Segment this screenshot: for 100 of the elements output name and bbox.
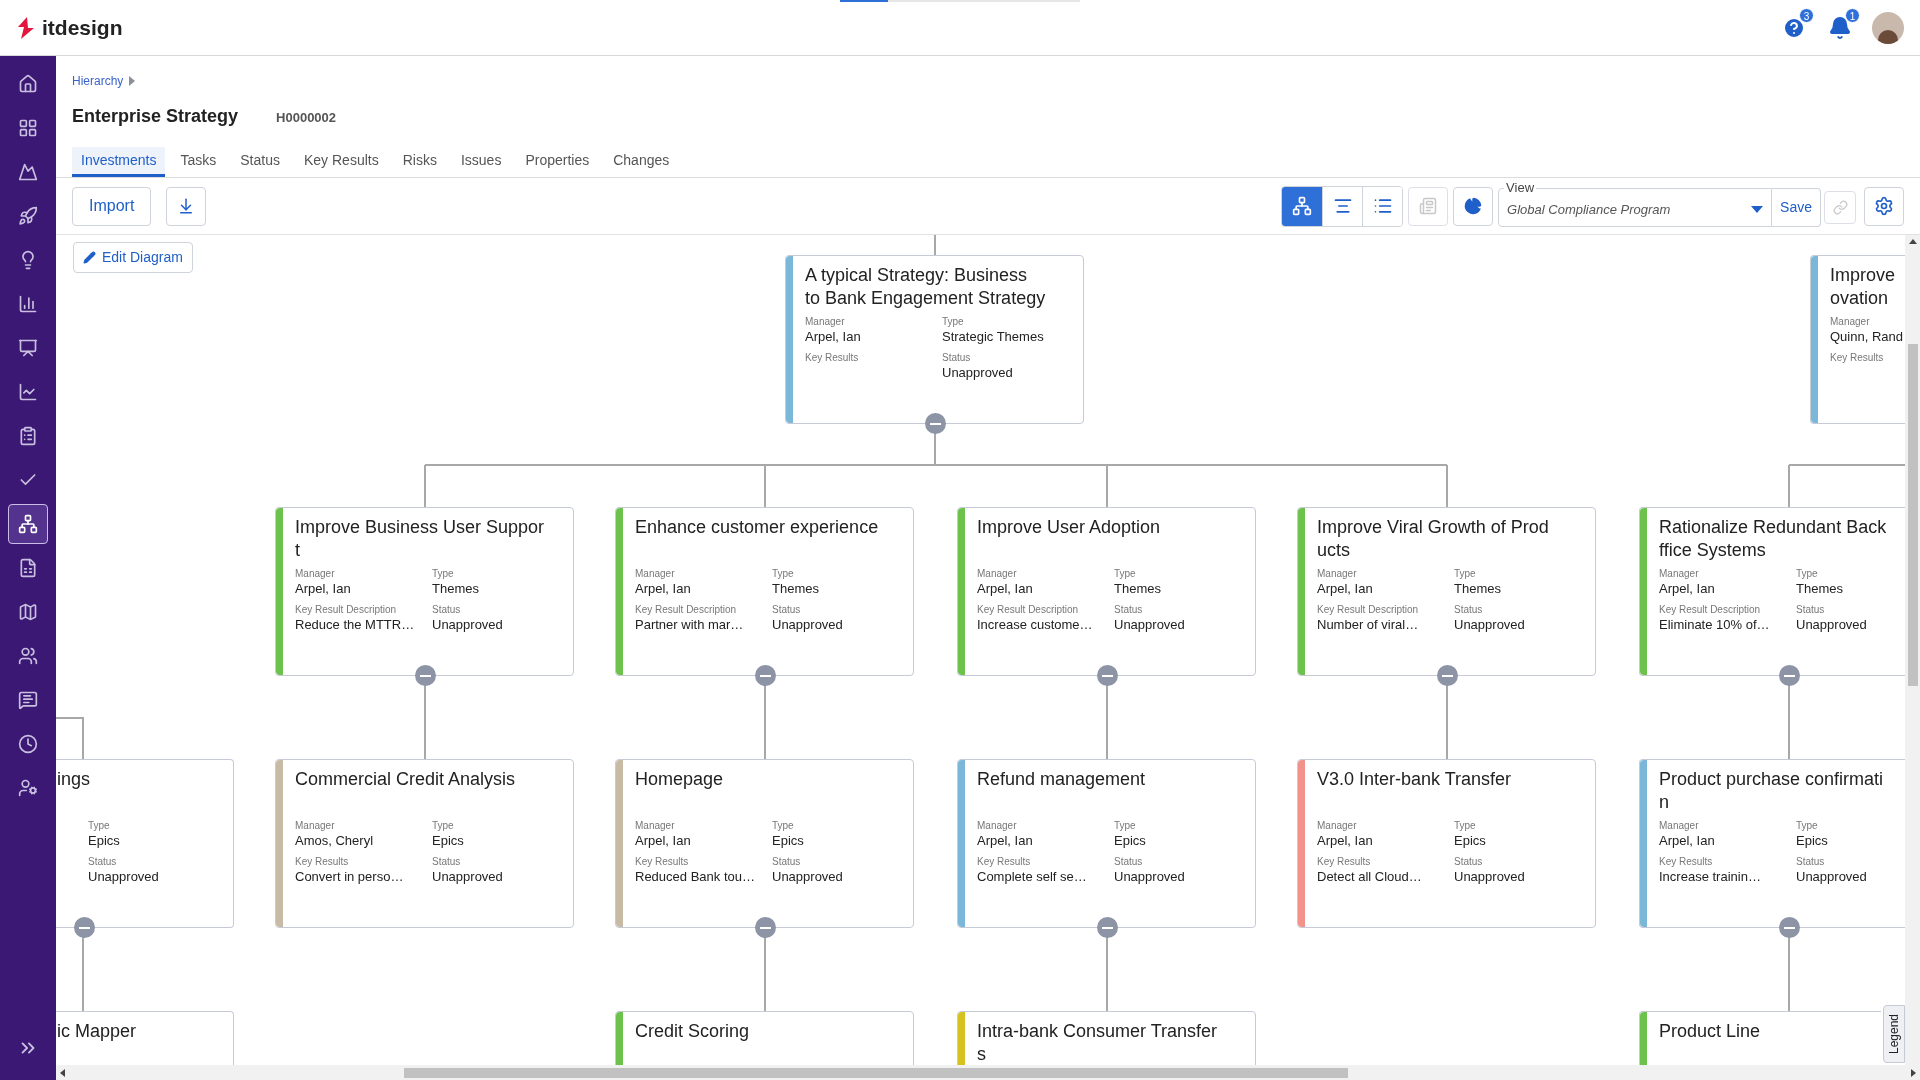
node-card[interactable]: Credit Scoring <box>615 1011 914 1065</box>
field-value: Unapproved <box>432 616 504 633</box>
tab[interactable]: Risks <box>393 147 446 177</box>
field-value: Epics <box>772 832 805 849</box>
bell-icon[interactable] <box>1828 15 1852 40</box>
field-value: Reduce the MTTR… <box>295 616 416 633</box>
settings-button[interactable] <box>1864 186 1904 226</box>
node-card[interactable]: V3.0 Inter-bank Transfer Manager Arpel, Ian Type Epics Key Results Detect all Cloud… Status Unapproved <box>1297 759 1596 928</box>
document-icon <box>1419 197 1438 215</box>
field-label: Key Results <box>1830 351 1885 364</box>
node-title: Commercial Credit Analysis <box>295 768 517 791</box>
field-value: Arpel, Ian <box>635 832 692 849</box>
field-label: Type <box>1454 819 1477 832</box>
field-label: Manager <box>295 819 336 832</box>
field-value: Partner with mar… <box>635 616 745 633</box>
field-value: Unapproved <box>432 868 504 885</box>
field-label: Manager <box>635 567 676 580</box>
node-card[interactable]: Product Line <box>1639 1011 1881 1065</box>
field-label: Key Results <box>295 855 350 868</box>
node-card[interactable]: Commercial Credit Analysis Manager Amos, Cheryl Type Epics Key Results Convert in perso… Status Unapproved <box>275 759 574 928</box>
vertical-scrollbar[interactable] <box>1905 235 1920 1065</box>
node-card[interactable]: ings Type Epics Status Unapproved <box>56 759 234 928</box>
tab[interactable]: Changes <box>604 147 679 177</box>
node-card[interactable]: Improve Business User Suppor t Manager Arpel, Ian Type Themes Key Result Description Reduce the MTTR… Status Unapproved <box>275 507 574 676</box>
node-card[interactable]: Improve ovation Manager Quinn, Rand Key Results <box>1810 255 1905 424</box>
chart-button[interactable] <box>1453 186 1494 226</box>
field-value: Number of viral… <box>1317 616 1420 633</box>
field-label: Status <box>1114 603 1144 616</box>
area-chart-icon <box>18 162 38 182</box>
tab[interactable]: Key Results <box>295 147 388 177</box>
edit-diagram-button[interactable]: Edit Diagram <box>73 242 193 273</box>
notification-badge: 1 <box>1845 7 1860 23</box>
field-label: Key Results <box>977 855 1032 868</box>
pie-chart-icon <box>1464 197 1483 215</box>
field-label: Manager <box>805 315 846 328</box>
field-label: Key Results <box>805 351 860 364</box>
field-label: Key Results <box>1659 855 1714 868</box>
node-title: Improve Viral Growth of Prod ucts <box>1317 516 1550 562</box>
tab[interactable]: Issues <box>451 147 511 177</box>
field-label: Type <box>1114 567 1137 580</box>
node-card[interactable]: Refund management Manager Arpel, Ian Type Epics Key Results Complete self se… Status Unapproved <box>957 759 1256 928</box>
download-button[interactable] <box>166 186 207 226</box>
grid-icon <box>18 118 38 138</box>
save-button[interactable]: Save <box>1772 187 1821 227</box>
field-value: Arpel, Ian <box>805 328 862 345</box>
node-title: Product purchase confirmati n <box>1659 768 1885 814</box>
field-label: Key Results <box>635 855 690 868</box>
field-value: Eliminate 10% of… <box>1659 616 1771 633</box>
field-label: Type <box>432 567 455 580</box>
view-mode-button[interactable] <box>1362 186 1403 226</box>
field-value: Unapproved <box>1454 616 1526 633</box>
view-mode-button[interactable] <box>1282 186 1323 226</box>
field-label: Status <box>1796 855 1826 868</box>
node-title: Improve ovation <box>1830 264 1897 310</box>
field-label: Manager <box>1830 315 1871 328</box>
tab[interactable]: Tasks <box>171 147 226 177</box>
node-card[interactable]: Improve Viral Growth of Prod ucts Manager Arpel, Ian Type Themes Key Result Description Number of viral… Status Unapproved <box>1297 507 1596 676</box>
node-card[interactable]: Improve User Adoption Manager Arpel, Ian Type Themes Key Result Description Increase custome… Status Unapproved <box>957 507 1256 676</box>
field-value: Themes <box>432 580 480 597</box>
tab[interactable]: Properties <box>516 147 599 177</box>
user-settings-icon <box>18 778 38 798</box>
breadcrumb-link[interactable]: Hierarchy <box>72 72 124 90</box>
field-value: Arpel, Ian <box>635 580 692 597</box>
tab[interactable]: Status <box>231 147 289 177</box>
node-title: Homepage <box>635 768 725 791</box>
field-value: Unapproved <box>1114 616 1186 633</box>
field-value: Arpel, Ian <box>977 580 1034 597</box>
node-card[interactable]: Enhance customer experience Manager Arpel, Ian Type Themes Key Result Description Partner with mar… Status Unapproved <box>615 507 914 676</box>
node-title: Rationalize Redundant Back ffice Systems <box>1659 516 1888 562</box>
field-label: Type <box>432 819 455 832</box>
field-value: Epics <box>1454 832 1487 849</box>
field-value: Unapproved <box>772 616 844 633</box>
field-value: Themes <box>772 580 820 597</box>
field-label: Type <box>1796 567 1819 580</box>
legend-tab[interactable]: Legend <box>1883 1005 1905 1063</box>
avatar[interactable] <box>1872 11 1904 44</box>
node-card[interactable]: Intra-bank Consumer Transfer s <box>957 1011 1256 1065</box>
field-value: Unapproved <box>942 364 1014 381</box>
field-label: Key Result Description <box>1317 603 1420 616</box>
hierarchy-icon <box>1292 196 1313 216</box>
tab[interactable]: Investments <box>72 147 166 177</box>
field-label: Key Result Description <box>635 603 738 616</box>
field-value: Epics <box>1114 832 1147 849</box>
map-icon <box>18 602 38 622</box>
field-value: Arpel, Ian <box>977 832 1034 849</box>
node-card[interactable]: A typical Strategy: Business to Bank Engagement Strategy Manager Arpel, Ian Type Strategic Themes Key Results Status Unapproved <box>785 255 1084 424</box>
node-card[interactable]: Product purchase confirmati n Manager Arpel, Ian Type Epics Key Results Increase trainin… Status Unapproved <box>1639 759 1905 928</box>
sidebar-item[interactable] <box>8 504 48 544</box>
logo-icon <box>16 15 36 40</box>
horizontal-scrollbar[interactable] <box>56 1065 1920 1080</box>
field-value: Unapproved <box>772 868 844 885</box>
link-icon <box>1832 199 1848 215</box>
field-label: Type <box>88 819 111 832</box>
import-button[interactable]: Import <box>72 186 152 226</box>
node-card[interactable]: ic Mapper <box>56 1011 234 1065</box>
node-card[interactable]: Rationalize Redundant Back ffice Systems Manager Arpel, Ian Type Themes Key Result Description Eliminate 10% of… Status Unapproved <box>1639 507 1905 676</box>
field-label: Status <box>942 351 972 364</box>
field-label: Type <box>1114 819 1137 832</box>
field-label: Status <box>1454 603 1484 616</box>
node-card[interactable]: Homepage Manager Arpel, Ian Type Epics Key Results Reduced Bank tou… Status Unapproved <box>615 759 914 928</box>
